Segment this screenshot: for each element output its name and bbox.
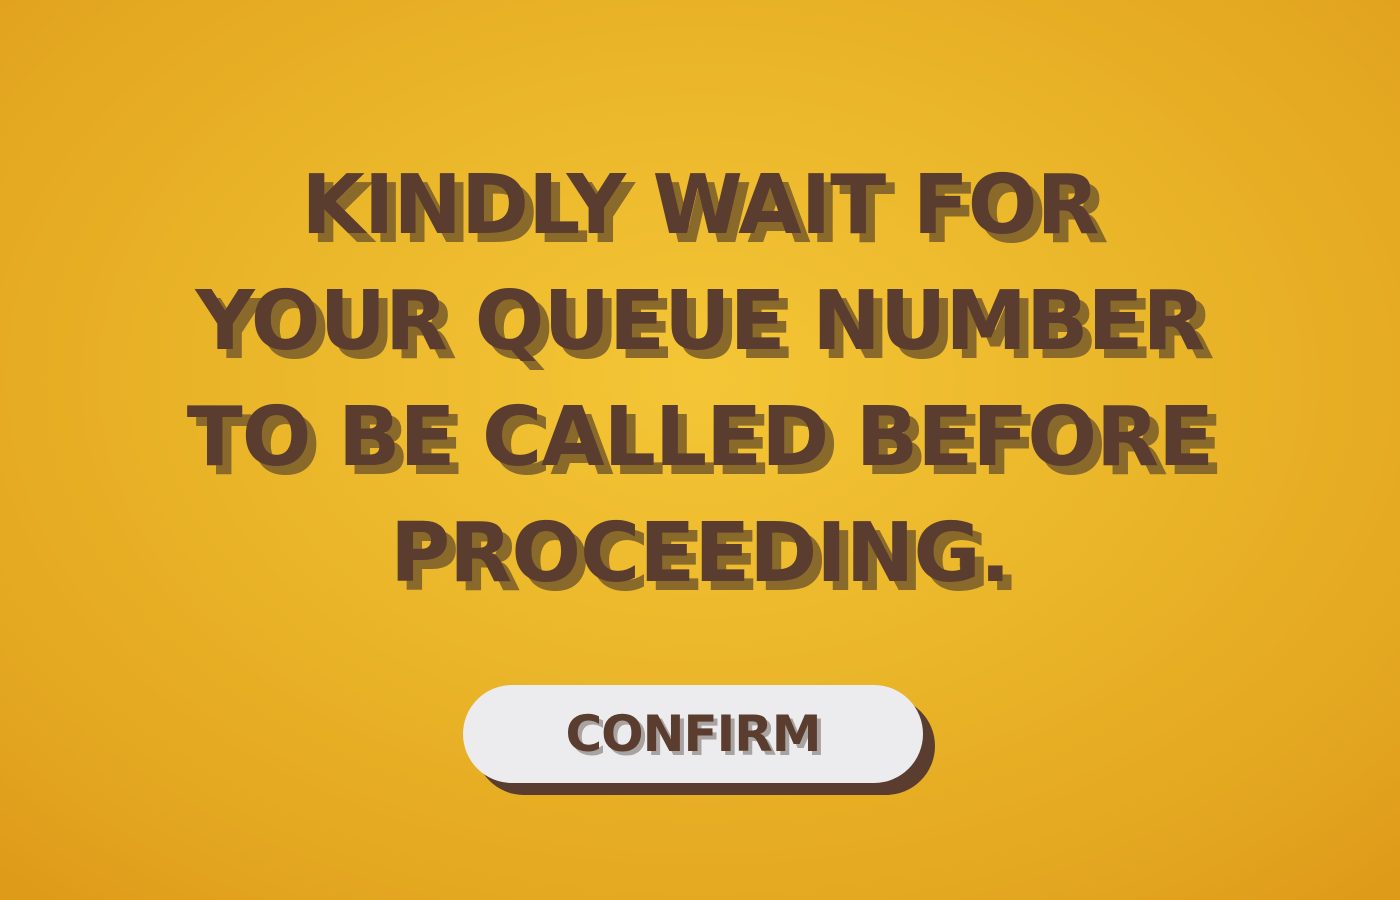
queue-wait-message: KINDLY WAIT FOR YOUR QUEUE NUMBER TO BE … [100,148,1300,612]
message-line: YOUR QUEUE NUMBER [195,274,1205,369]
queue-wait-screen: KINDLY WAIT FOR YOUR QUEUE NUMBER TO BE … [0,0,1400,900]
confirm-button[interactable]: CONFIRM [463,685,923,783]
message-line: PROCEEDING. [390,506,1011,601]
confirm-button-container: CONFIRM [463,685,935,795]
confirm-button-label: CONFIRM [565,705,821,763]
message-line: TO BE CALLED BEFORE [186,390,1214,485]
message-line: KINDLY WAIT FOR [301,158,1099,253]
